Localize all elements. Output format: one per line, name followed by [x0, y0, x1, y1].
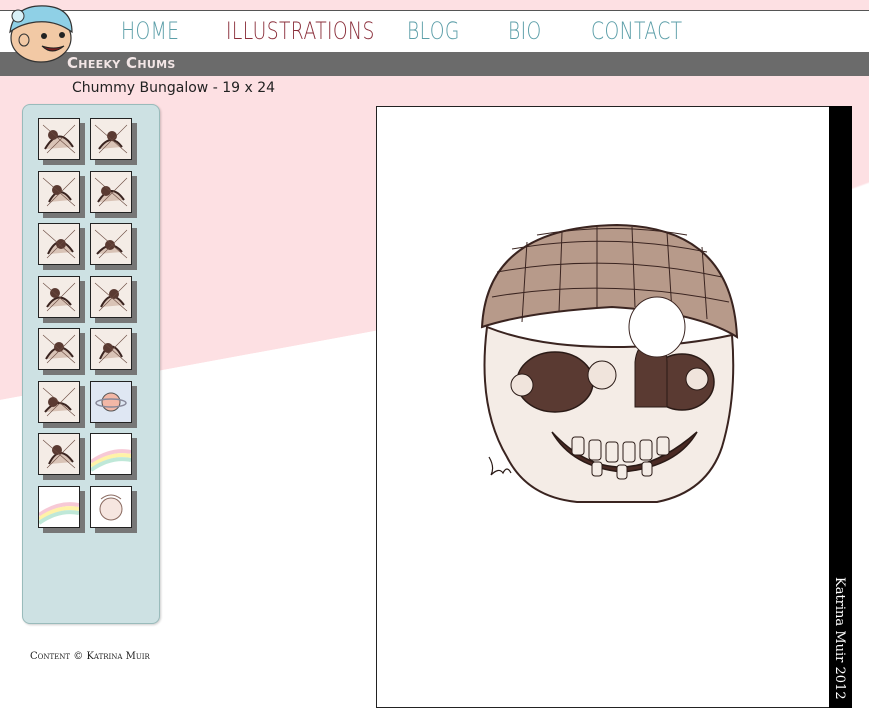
top-strip [0, 0, 869, 11]
signature-text: Katrina Muir 2012 [832, 577, 847, 700]
nav-home[interactable]: HOME [121, 17, 179, 45]
footer-credit: Content © Katrina Muir [30, 651, 150, 662]
thumbnail-image-icon [91, 329, 131, 369]
thumbnail-9[interactable] [38, 328, 80, 370]
thumbnail-image-icon [39, 119, 79, 159]
thumbnail-4[interactable] [90, 171, 132, 213]
main-nav: HOME ILLUSTRATIONS BLOG BIO CONTACT [0, 11, 869, 52]
thumbnail-image-icon [91, 434, 131, 474]
thumbnail-3[interactable] [38, 171, 80, 213]
artwork-viewer [376, 106, 831, 708]
thumbnail-image-icon [91, 487, 131, 527]
thumbnail-11[interactable] [38, 381, 80, 423]
thumbnail-image-icon [39, 487, 79, 527]
thumbnail-image-icon [91, 277, 131, 317]
thumbnail-8[interactable] [90, 276, 132, 318]
section-bar: Cheeky Chums [0, 52, 869, 76]
thumbnail-10[interactable] [90, 328, 132, 370]
thumbnail-image-icon [91, 382, 131, 422]
thumbnail-14[interactable] [90, 433, 132, 475]
nav-bio[interactable]: BIO [508, 17, 542, 45]
thumbnail-image-icon [39, 224, 79, 264]
thumbnail-12[interactable] [90, 381, 132, 423]
artwork-caption: Chummy Bungalow - 19 x 24 [72, 80, 276, 96]
thumbnail-image-icon [39, 382, 79, 422]
thumbnail-16[interactable] [90, 486, 132, 528]
thumbnail-image-icon [91, 224, 131, 264]
thumbnail-image-icon [39, 172, 79, 212]
thumbnail-1[interactable] [38, 118, 80, 160]
thumbnail-5[interactable] [38, 223, 80, 265]
thumbnail-13[interactable] [38, 433, 80, 475]
thumbnail-image-icon [91, 119, 131, 159]
thumbnail-15[interactable] [38, 486, 80, 528]
avatar-logo-icon[interactable] [6, 2, 76, 64]
thumbnail-7[interactable] [38, 276, 80, 318]
skull-house-illustration-icon [480, 223, 739, 503]
nav-blog[interactable]: BLOG [407, 17, 460, 45]
nav-illustrations[interactable]: ILLUSTRATIONS [226, 17, 375, 45]
nav-contact[interactable]: CONTACT [591, 17, 683, 45]
thumbnail-2[interactable] [90, 118, 132, 160]
thumbnail-6[interactable] [90, 223, 132, 265]
thumbnail-image-icon [39, 434, 79, 474]
thumbnail-image-icon [39, 277, 79, 317]
signature-strip: Katrina Muir 2012 [829, 106, 852, 708]
thumbnail-image-icon [39, 329, 79, 369]
thumbnail-image-icon [91, 172, 131, 212]
section-title: Cheeky Chums [67, 54, 176, 72]
